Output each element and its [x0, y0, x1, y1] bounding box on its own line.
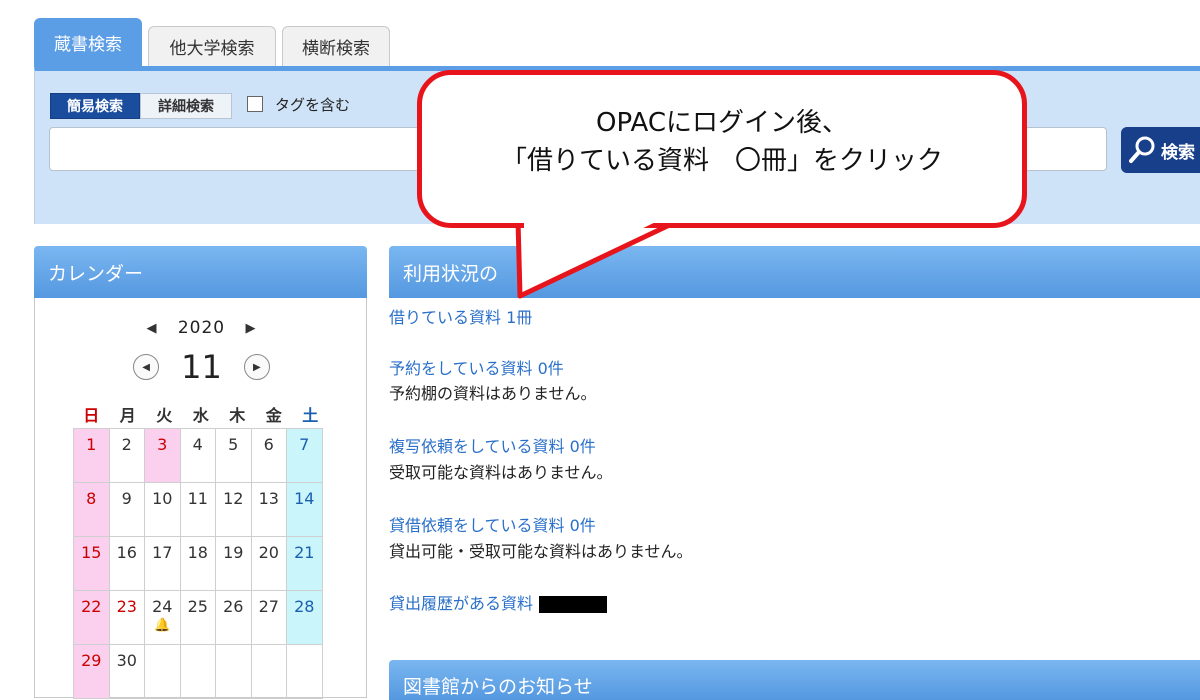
weekday-label: 日 — [83, 406, 100, 425]
calendar-day: 2 — [108, 428, 145, 483]
calendar-day: 17 — [144, 536, 181, 591]
tab-holdings-search[interactable]: 蔵書検索 — [34, 18, 142, 66]
reserved-items-link[interactable]: 予約をしている資料 0件 — [389, 355, 564, 379]
copy-request-note: 受取可能な資料はありません。 — [389, 463, 613, 482]
next-month-icon[interactable]: ▶ — [243, 354, 270, 380]
calendar-day: 29 — [73, 644, 110, 699]
calendar-grid: 1 2 3 4 5 6 7 8 9 10 11 12 13 14 15 16 1… — [73, 428, 323, 699]
calendar-day: 8 — [73, 482, 110, 537]
month-selector: ◀ 11 ▶ — [35, 348, 368, 386]
calendar-day: 6 — [250, 428, 287, 483]
calendar-panel-title: カレンダー — [34, 246, 367, 298]
weekday-label: 火 — [156, 406, 173, 425]
weekday-label: 水 — [192, 406, 209, 425]
prev-month-icon[interactable]: ◀ — [133, 354, 160, 380]
search-button-label: 検索 — [1161, 142, 1195, 163]
calendar-day — [179, 644, 216, 699]
usage-status-panel-title: 利用状況の — [389, 246, 1200, 298]
calendar-day: 14 — [286, 482, 323, 537]
detail-search-button[interactable]: 詳細検索 — [140, 93, 232, 119]
calendar-day: 23 — [108, 590, 145, 645]
callout-line-1: OPACにログイン後、 — [596, 108, 848, 138]
calendar-day: 16 — [108, 536, 145, 591]
weekday-header: 日 月 火 水 木 金 土 — [73, 402, 329, 426]
bell-icon: 🔔 — [154, 618, 171, 633]
loan-request-link[interactable]: 貸借依頼をしている資料 0件 — [389, 512, 596, 536]
calendar-day-number: 24 — [152, 597, 173, 616]
loan-history-label: 貸出履歴がある資料 — [389, 594, 534, 613]
calendar-day: 25 — [179, 590, 216, 645]
loan-history-link[interactable]: 貸出履歴がある資料 — [389, 590, 608, 614]
calendar-day: 30 — [108, 644, 145, 699]
weekday-label: 土 — [302, 406, 319, 425]
calendar-day: 11 — [179, 482, 216, 537]
tab-other-university-search[interactable]: 他大学検索 — [148, 26, 276, 66]
calendar-day: 19 — [215, 536, 252, 591]
calendar-day — [144, 644, 181, 699]
calendar-day — [250, 644, 287, 699]
borrowed-items-link[interactable]: 借りている資料 1冊 — [389, 304, 532, 328]
calendar-day: 7 — [286, 428, 323, 483]
weekday-label: 金 — [265, 406, 282, 425]
search-icon — [1129, 136, 1155, 163]
next-year-icon[interactable]: ▶ — [246, 321, 257, 336]
instruction-callout-text: OPACにログイン後、 「借りている資料 〇冊」をクリック — [417, 104, 1027, 180]
simple-search-button[interactable]: 簡易検索 — [50, 93, 140, 119]
calendar-day: 4 — [179, 428, 216, 483]
prev-year-icon[interactable]: ◀ — [146, 321, 157, 336]
weekday-label: 木 — [229, 406, 246, 425]
calendar-day: 9 — [108, 482, 145, 537]
calendar-day: 1 — [73, 428, 110, 483]
calendar-day: 15 — [73, 536, 110, 591]
calendar-day — [286, 644, 323, 699]
calendar-day: 10 — [144, 482, 181, 537]
year-selector: ◀ 2020 ▶ — [35, 318, 368, 338]
search-button[interactable]: 検索 — [1121, 127, 1200, 173]
calendar-day: 12 — [215, 482, 252, 537]
callout-line-2: 「借りている資料 〇冊」をクリック — [500, 146, 943, 176]
redacted-count — [539, 596, 608, 613]
usage-status-panel: 借りている資料 1冊 予約をしている資料 0件 予約棚の資料はありません。 複写… — [389, 298, 1200, 660]
calendar-day: 28 — [286, 590, 323, 645]
calendar-year: 2020 — [177, 318, 226, 338]
calendar-day: 5 — [215, 428, 252, 483]
weekday-label: 月 — [119, 406, 136, 425]
calendar-day: 18 — [179, 536, 216, 591]
calendar-day — [215, 644, 252, 699]
copy-request-link[interactable]: 複写依頼をしている資料 0件 — [389, 433, 596, 457]
calendar-day: 13 — [250, 482, 287, 537]
calendar-month: 11 — [181, 348, 222, 386]
tab-cross-search[interactable]: 横断検索 — [282, 26, 390, 66]
calendar-day: 3 — [144, 428, 181, 483]
include-tags-label: タグを含む — [275, 96, 351, 114]
reserved-items-note: 予約棚の資料はありません。 — [389, 384, 597, 403]
calendar-day: 22 — [73, 590, 110, 645]
calendar-day: 20 — [250, 536, 287, 591]
calendar-day: 26 — [215, 590, 252, 645]
include-tags-checkbox[interactable] — [247, 96, 263, 112]
calendar-day: 21 — [286, 536, 323, 591]
library-notice-panel-title: 図書館からのお知らせ — [389, 660, 1200, 700]
calendar-panel: ◀ 2020 ▶ ◀ 11 ▶ 日 月 火 水 木 金 土 1 2 3 4 5 … — [34, 298, 368, 699]
calendar-day-with-event: 24 🔔 — [144, 590, 181, 645]
loan-request-note: 貸出可能・受取可能な資料はありません。 — [389, 542, 693, 561]
calendar-day: 27 — [250, 590, 287, 645]
